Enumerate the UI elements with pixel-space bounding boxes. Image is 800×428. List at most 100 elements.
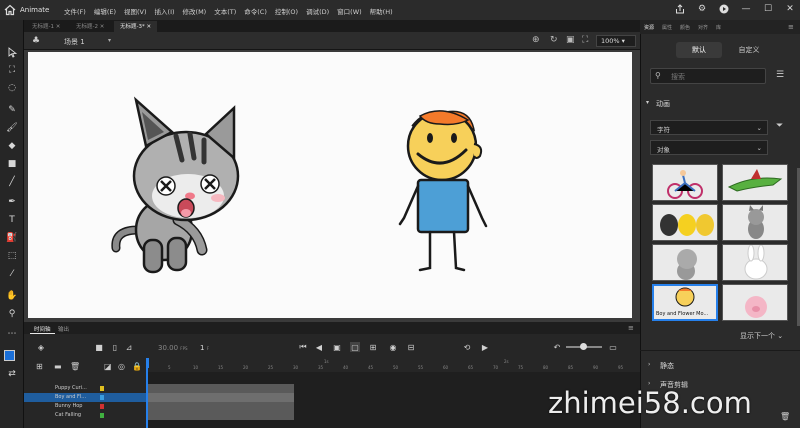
loop-icon[interactable]: ⟲ [462,342,472,352]
eraser-tool-icon[interactable]: ◆ [5,140,19,152]
fit-stage-icon[interactable]: ⛶ [582,35,588,45]
share-icon[interactable] [674,3,686,15]
rectangle-tool-icon[interactable]: ■ [5,158,19,170]
pen-tool-icon[interactable]: ✒ [5,196,19,208]
onion-outline-icon[interactable]: ◉ [388,342,398,352]
play-icon[interactable]: ▶ [480,342,490,352]
menu-edit[interactable]: 编辑(E) [94,6,116,16]
frame-display[interactable]: 1 F [200,344,209,352]
layer-row[interactable]: Puppy Curi... [24,384,146,393]
zoom-tool-icon[interactable]: ⚲ [5,308,19,320]
section-static[interactable]: 静态 [660,361,674,371]
more-tools-icon[interactable]: ⋯ [5,328,19,340]
tab-properties[interactable]: 属性 [662,24,672,31]
search-input[interactable]: 搜索 [650,68,766,84]
segment-default[interactable]: 默认 [676,42,722,58]
playhead[interactable] [146,358,148,428]
layer-row-selected[interactable]: Boy and Fl... [24,393,146,402]
step-back-icon[interactable]: ◀ [314,342,324,352]
layer-color[interactable] [100,386,104,391]
frame-scale-slider[interactable] [566,343,602,350]
center-stage-icon[interactable]: ⊕ [532,35,540,45]
stage[interactable] [28,52,632,318]
free-transform-tool-icon[interactable]: ⛶ [5,64,19,76]
onion-skin-icon[interactable]: ⊞ [368,342,378,352]
paint-bucket-tool-icon[interactable]: ⛽ [5,232,19,244]
doc-tab-1[interactable]: 无标题-1 ✕ [26,21,66,32]
asset-thumb-boy-flower[interactable]: Boy and Flower Mo... [652,284,718,321]
asset-thumb-bike[interactable] [652,164,718,201]
lock-icon[interactable]: 🔒 [132,362,142,371]
scene-icon[interactable]: ♣ [32,36,40,46]
close-icon[interactable]: ✕ [784,3,796,15]
asset-thumb-chicks[interactable] [652,204,718,241]
insert-keyframe-icon[interactable]: ▣ [332,342,342,352]
tab-assets[interactable]: 资源 [644,24,654,31]
tab-timeline[interactable]: 时间轴 [30,325,55,334]
doc-tab-3[interactable]: 无标题-3* ✕ [114,21,158,32]
tab-output[interactable]: 输出 [54,325,73,333]
zoom-select[interactable]: 100% ▾ [596,35,636,47]
boy-character[interactable] [390,108,500,280]
tab-align[interactable]: 对齐 [698,24,708,31]
fit-timeline-icon[interactable]: ▭ [608,342,618,352]
menu-window[interactable]: 窗口(W) [337,6,362,16]
edit-multiple-icon[interactable]: ⊟ [406,342,416,352]
home-icon[interactable] [4,4,16,16]
section-animation[interactable]: 动画 [656,99,670,109]
segment-custom[interactable]: 自定义 [726,42,772,58]
panel-menu-icon[interactable]: ≡ [628,324,634,332]
menu-file[interactable]: 文件(F) [64,6,86,16]
clip-content-icon[interactable]: ▣ [566,35,575,45]
menu-debug[interactable]: 调试(D) [306,6,329,16]
tab-color[interactable]: 颜色 [680,24,690,31]
slider-thumb[interactable] [580,343,587,350]
delete-layer-icon[interactable]: 🗑 [70,362,80,371]
fill-color-swatch[interactable] [4,350,15,361]
layer-depth-icon[interactable]: ▯ [110,342,120,352]
frame-span[interactable] [146,384,294,420]
filter-icon[interactable]: ⏷ [776,121,783,131]
menu-modify[interactable]: 修改(M) [183,6,207,16]
doc-tab-2[interactable]: 无标题-2 ✕ [70,21,110,32]
fps-display[interactable]: 30.00 FPS [158,344,188,352]
highlight-icon[interactable]: ◪ [104,362,112,371]
menu-text[interactable]: 文本(T) [214,6,236,16]
color-swatches[interactable] [4,350,20,366]
trash-icon[interactable]: 🗑 [780,412,790,421]
text-tool-icon[interactable]: T [5,214,19,226]
layer-row[interactable]: Bunny Hop [24,402,146,411]
selection-tool-icon[interactable] [5,46,19,58]
asset-thumb-cat-falling[interactable] [652,244,718,281]
asset-thumb-bunny[interactable] [722,244,788,281]
rotate-icon[interactable]: ↻ [550,35,558,45]
list-view-icon[interactable]: ☰ [776,70,784,80]
layer-stack-icon[interactable]: ◈ [36,342,46,352]
new-folder-icon[interactable]: ▬ [54,362,62,371]
menu-help[interactable]: 帮助(H) [370,6,393,16]
tab-library[interactable]: 库 [716,24,721,31]
frame-span-selected[interactable] [146,393,294,402]
layer-row[interactable]: Cat Falling [24,411,146,420]
cat-character[interactable] [106,80,266,280]
hand-tool-icon[interactable]: ✋ [5,290,19,302]
pencil-tool-icon[interactable]: ✎ [5,104,19,116]
go-first-frame-icon[interactable]: ⏮ [298,342,308,352]
settings-icon[interactable]: ⚙ [696,3,708,15]
time-ruler[interactable]: 1s 2s 5 10 15 20 25 30 35 40 45 50 55 60 65 70 75 80 85 9… [146,358,640,372]
asset-thumb-dragon[interactable] [722,164,788,201]
menu-view[interactable]: 视图(V) [124,6,147,16]
layer-color[interactable] [100,404,104,409]
line-tool-icon[interactable]: ╱ [5,176,19,188]
show-next-button[interactable]: 显示下一个 ⌄ [740,331,783,341]
chevron-down-icon[interactable]: ▾ [646,99,649,106]
visibility-icon[interactable]: ◎ [118,362,125,371]
swap-colors-icon[interactable]: ⇄ [5,368,19,380]
chevron-right-icon[interactable]: › [648,361,650,368]
graph-icon[interactable]: ⊿ [124,342,134,352]
scene-label[interactable]: 场景 1 [64,37,85,47]
lasso-tool-icon[interactable]: ◌ [5,82,19,94]
eyedropper-tool-icon[interactable]: ⁄ [5,268,19,280]
undo-scale-icon[interactable]: ↶ [552,342,562,352]
panel-menu-icon[interactable]: ≡ [788,23,794,31]
